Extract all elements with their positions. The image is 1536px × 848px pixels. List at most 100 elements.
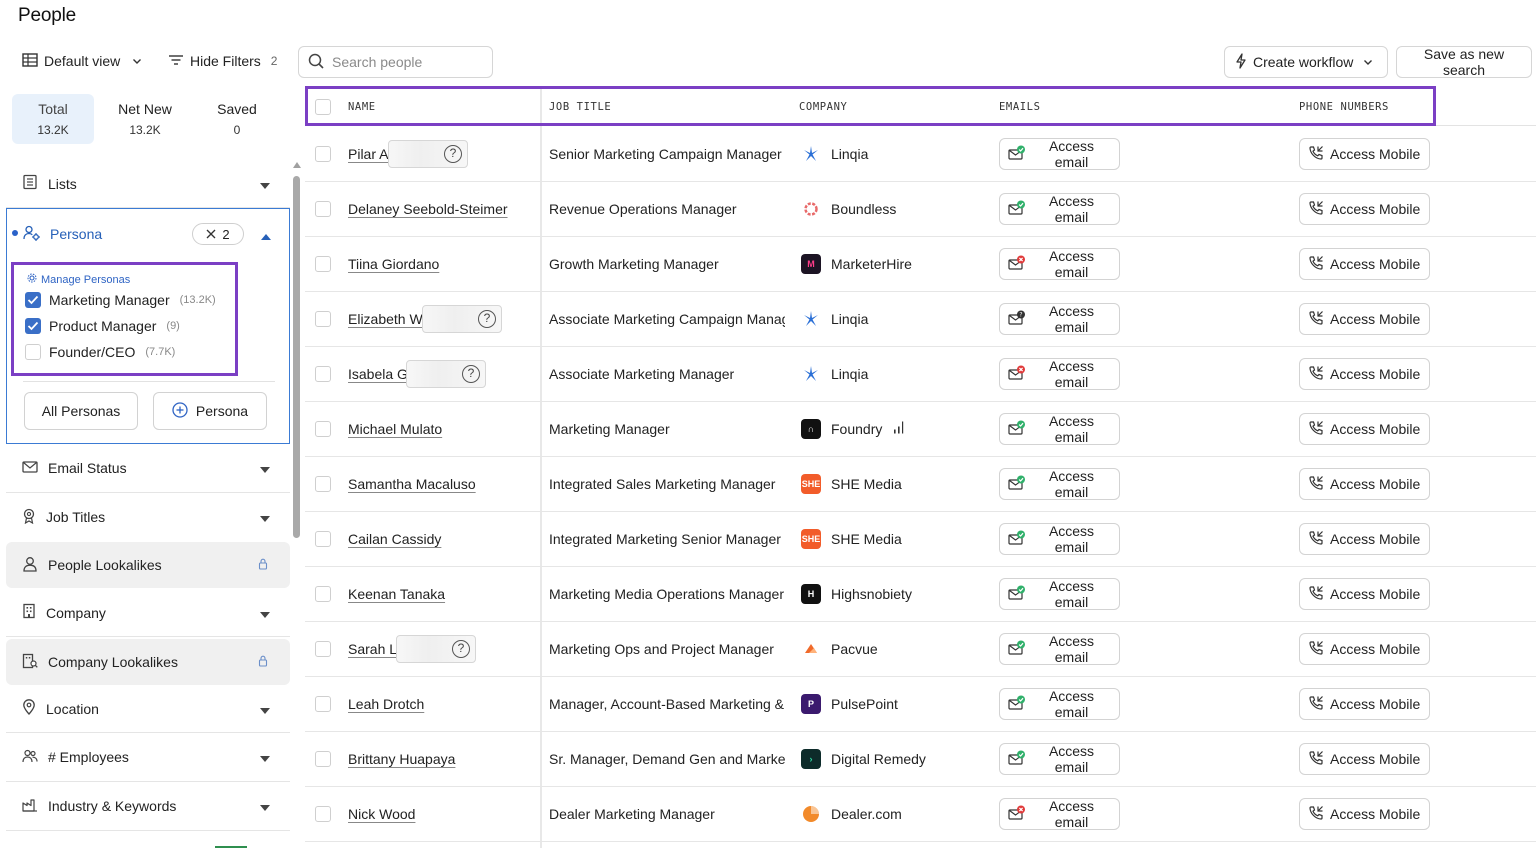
search-box[interactable] (298, 46, 493, 78)
sidebar-scrollbar[interactable] (291, 160, 303, 848)
person-name-link[interactable]: Samantha Macaluso (348, 476, 476, 492)
access-email-button[interactable]: Access email (999, 523, 1120, 555)
filter-people-lookalikes[interactable]: People Lookalikes (6, 542, 290, 588)
person-name-link[interactable]: Leah Drotch (348, 696, 424, 712)
company-name[interactable]: PulsePoint (831, 696, 898, 712)
access-mobile-button[interactable]: Access Mobile (1299, 303, 1430, 335)
company-name[interactable]: SHE Media (831, 531, 902, 547)
person-name-link[interactable]: Keenan Tanaka (348, 586, 445, 602)
table-row[interactable]: Delaney Seebold-Steimer Revenue Operation… (305, 182, 1536, 237)
manage-personas-link[interactable]: Manage Personas (27, 273, 130, 286)
access-mobile-button[interactable]: Access Mobile (1299, 193, 1430, 225)
company-name[interactable]: Linqia (831, 146, 868, 162)
persona-header[interactable]: Persona (7, 209, 289, 259)
search-input[interactable] (332, 54, 482, 70)
person-name-link[interactable]: Pilar A (348, 146, 388, 162)
row-checkbox[interactable] (315, 476, 331, 492)
table-row[interactable]: Brittany Huapaya Sr. Manager, Demand Gen … (305, 732, 1536, 787)
access-mobile-button[interactable]: Access Mobile (1299, 468, 1430, 500)
person-name-link[interactable]: Sarah L (348, 641, 397, 657)
persona-option-product-manager[interactable]: Product Manager (9) (25, 318, 180, 334)
company-name[interactable]: Linqia (831, 366, 868, 382)
access-email-button[interactable]: Access email (999, 193, 1120, 225)
all-personas-button[interactable]: All Personas (24, 392, 138, 430)
person-name-link[interactable]: Michael Mulato (348, 421, 442, 437)
access-mobile-button[interactable]: Access Mobile (1299, 358, 1430, 390)
tab-saved[interactable]: Saved 0 (196, 94, 278, 144)
row-checkbox[interactable] (315, 696, 331, 712)
person-name-link[interactable]: Isabela G (348, 366, 408, 382)
access-email-button[interactable]: Access email (999, 138, 1120, 170)
persona-option-marketing-manager[interactable]: Marketing Manager (13.2K) (25, 292, 216, 308)
access-email-button[interactable]: ? Access email (999, 303, 1120, 335)
person-name-link[interactable]: Cailan Cassidy (348, 531, 441, 547)
table-row[interactable]: Isabela G? Associate Marketing Manager Lin… (305, 347, 1536, 402)
person-name-link[interactable]: Elizabeth W (348, 311, 423, 327)
access-mobile-button[interactable]: Access Mobile (1299, 798, 1430, 830)
masked-name-reveal[interactable]: ? (396, 635, 476, 663)
persona-option-founder-ceo[interactable]: Founder/CEO (7.7K) (25, 344, 175, 360)
checkbox-checked-icon[interactable] (25, 292, 41, 308)
view-selector[interactable]: Default view (22, 44, 142, 78)
access-email-button[interactable]: Access email (999, 358, 1120, 390)
filter-employees[interactable]: # Employees (6, 733, 290, 782)
person-name-link[interactable]: Brittany Huapaya (348, 751, 455, 767)
checkbox-unchecked-icon[interactable] (25, 344, 41, 360)
header-emails[interactable]: EMAILS (999, 101, 1041, 113)
masked-name-reveal[interactable]: ? (406, 360, 486, 388)
add-persona-button[interactable]: Persona (153, 392, 267, 430)
header-phone-numbers[interactable]: PHONE NUMBERS (1299, 101, 1389, 113)
masked-name-reveal[interactable]: ? (422, 305, 502, 333)
company-name[interactable]: Foundry (831, 421, 882, 437)
table-row[interactable]: Pilar A? Senior Marketing Campaign Manage… (305, 127, 1536, 182)
table-row[interactable]: Samantha Macaluso Integrated Sales Market… (305, 457, 1536, 512)
row-checkbox[interactable] (315, 806, 331, 822)
person-name-link[interactable]: Tiina Giordano (348, 256, 439, 272)
company-name[interactable]: Dealer.com (831, 806, 902, 822)
table-row[interactable]: Michael Mulato Marketing Manager ∩ Foundry A… (305, 402, 1536, 457)
filter-lists[interactable]: Lists (6, 160, 290, 208)
row-checkbox[interactable] (315, 311, 331, 327)
filter-job-titles[interactable]: Job Titles (6, 493, 290, 541)
access-email-button[interactable]: Access email (999, 578, 1120, 610)
header-name[interactable]: NAME (348, 101, 376, 113)
persona-count-chip[interactable]: 2 (192, 223, 244, 245)
company-name[interactable]: Boundless (831, 201, 896, 217)
row-checkbox[interactable] (315, 531, 331, 547)
header-company[interactable]: COMPANY (799, 101, 847, 113)
access-mobile-button[interactable]: Access Mobile (1299, 578, 1430, 610)
create-workflow-button[interactable]: Create workflow (1224, 46, 1388, 78)
access-mobile-button[interactable]: Access Mobile (1299, 743, 1430, 775)
row-checkbox[interactable] (315, 641, 331, 657)
filter-industry-keywords[interactable]: Industry & Keywords (6, 782, 290, 831)
table-row[interactable]: Sarah L? Marketing Ops and Project Manage… (305, 622, 1536, 677)
row-checkbox[interactable] (315, 201, 331, 217)
checkbox-checked-icon[interactable] (25, 318, 41, 334)
access-mobile-button[interactable]: Access Mobile (1299, 413, 1430, 445)
company-name[interactable]: Highsnobiety (831, 586, 912, 602)
access-email-button[interactable]: Access email (999, 798, 1120, 830)
filter-company-lookalikes[interactable]: Company Lookalikes (6, 639, 290, 685)
table-row[interactable]: Elizabeth W? Associate Marketing Campaign… (305, 292, 1536, 347)
tab-net-new[interactable]: Net New 13.2K (104, 94, 186, 144)
scroll-thumb[interactable] (293, 176, 300, 538)
company-name[interactable]: Pacvue (831, 641, 878, 657)
scroll-up-arrow-icon[interactable] (293, 162, 301, 168)
table-row[interactable]: Tiina Giordano Growth Marketing Manager M M… (305, 237, 1536, 292)
row-checkbox[interactable] (315, 586, 331, 602)
row-checkbox[interactable] (315, 146, 331, 162)
table-row[interactable]: Cailan Cassidy Integrated Marketing Senio… (305, 512, 1536, 567)
row-checkbox[interactable] (315, 256, 331, 272)
company-name[interactable]: Digital Remedy (831, 751, 926, 767)
header-job-title[interactable]: JOB TITLE (549, 101, 611, 113)
company-name[interactable]: MarketerHire (831, 256, 912, 272)
company-name[interactable]: Linqia (831, 311, 868, 327)
filter-company[interactable]: Company (6, 589, 290, 637)
access-email-button[interactable]: Access email (999, 248, 1120, 280)
row-checkbox[interactable] (315, 421, 331, 437)
masked-name-reveal[interactable]: ? (388, 140, 468, 168)
table-row[interactable]: Keenan Tanaka Marketing Media Operations … (305, 567, 1536, 622)
save-search-button[interactable]: Save as new search (1396, 46, 1532, 78)
access-email-button[interactable]: Access email (999, 633, 1120, 665)
table-row[interactable]: Leah Drotch Manager, Account-Based Market… (305, 677, 1536, 732)
